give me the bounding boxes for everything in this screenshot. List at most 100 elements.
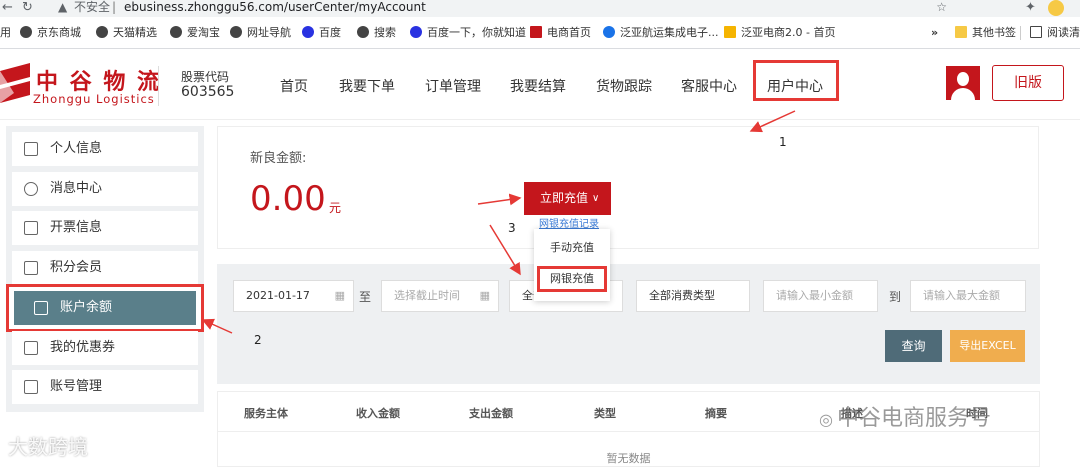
sidebar-item-coupons[interactable]: 我的优惠券 [12, 331, 198, 365]
url-text: ebusiness.zhonggu56.com/userCenter/myAcc… [124, 0, 426, 14]
more-bookmarks-icon[interactable]: » [931, 24, 938, 42]
menu-item-manual-recharge[interactable]: 手动充值 [534, 239, 610, 255]
balance-amount: 0.00 [250, 179, 326, 219]
table-header-cell: 服务主体 [244, 407, 288, 420]
sidebar: 个人信息 消息中心 开票信息 积分会员 账户余额 我的优惠券 账号管理 [6, 126, 204, 412]
site-icon [724, 26, 736, 38]
bookmark-item[interactable]: 泛亚航运集成电子... [603, 24, 719, 42]
baidu-icon [410, 26, 422, 38]
recharge-record-link[interactable]: 网银充值记录 [539, 215, 599, 230]
stock-label: 股票代码 [181, 70, 230, 84]
sidebar-item-personal-info[interactable]: 个人信息 [12, 132, 198, 166]
nav-customer-service[interactable]: 客服中心 [681, 76, 737, 96]
reading-list-icon [1030, 26, 1042, 38]
back-icon[interactable]: ← [2, 0, 13, 16]
export-excel-button[interactable]: 导出EXCEL [950, 330, 1025, 362]
bookmark-item[interactable]: 用 [0, 24, 11, 42]
balance-label: 新良金额: [250, 151, 307, 166]
divider [1020, 26, 1021, 40]
nav-order-management[interactable]: 订单管理 [425, 76, 481, 96]
sidebar-item-invoice[interactable]: 开票信息 [12, 211, 198, 245]
empty-state-text: 暂无数据 [606, 452, 651, 465]
site-header: 中 谷 物 流 Zhonggu Logistics 股票代码 603565 首页… [0, 50, 1080, 120]
bookmark-item[interactable]: 京东商城 [20, 24, 81, 42]
annotation-marker-1: 1 [779, 135, 787, 149]
bookmark-item[interactable]: 百度一下，你就知道 [410, 24, 526, 42]
sidebar-item-points[interactable]: 积分会员 [12, 251, 198, 285]
nav-place-order[interactable]: 我要下单 [339, 76, 395, 96]
old-version-button[interactable]: 旧版 [992, 65, 1064, 101]
recharge-dropdown-menu: 手动充值 网银充值 [534, 229, 610, 301]
consumption-type-select[interactable]: 全部消费类型 [636, 280, 750, 312]
insecure-label: 不安全 [74, 0, 111, 14]
stock-code: 603565 [181, 84, 235, 100]
start-date-field[interactable]: 2021-01-17 ▦ [233, 280, 354, 312]
id-card-icon [24, 142, 38, 156]
sidebar-item-account-management[interactable]: 账号管理 [12, 370, 198, 404]
bookmark-item[interactable]: 泛亚电商2.0 - 首页 [724, 24, 835, 42]
other-bookmarks[interactable]: 其他书签 [955, 24, 1016, 42]
watermark-left: 大数跨境 [8, 435, 88, 459]
globe-icon [357, 26, 369, 38]
table-header-cell: 收入金额 [356, 407, 400, 420]
extensions-icon[interactable]: ✦ [1025, 0, 1036, 16]
divider: | [112, 0, 117, 14]
end-date-field[interactable]: 选择截止时间 ▦ [381, 280, 499, 312]
balance-unit: 元 [329, 201, 342, 215]
min-amount-input[interactable]: 请输入最小金额 [763, 280, 878, 312]
user-avatar[interactable] [946, 66, 980, 100]
date-range-separator: 至 [359, 290, 372, 304]
invoice-icon [24, 221, 38, 235]
logo-english: Zhonggu Logistics [33, 92, 155, 106]
bookmark-item[interactable]: 电商首页 [530, 24, 591, 42]
points-icon [24, 261, 38, 275]
browser-toolbar: ← ↻ ▲ 不安全 | ebusiness.zhonggu56.com/user… [0, 0, 1080, 17]
bookmark-item[interactable]: 网址导航 [230, 24, 291, 42]
max-amount-input[interactable]: 请输入最大金额 [910, 280, 1026, 312]
site-icon [530, 26, 542, 38]
user-icon [957, 72, 969, 86]
profile-avatar-icon[interactable] [1048, 0, 1064, 16]
amount-range-separator: 到 [889, 290, 902, 304]
globe-icon [96, 26, 108, 38]
wallet-icon [34, 301, 48, 315]
sidebar-item-messages[interactable]: 消息中心 [12, 172, 198, 206]
coupon-icon [24, 341, 38, 355]
reload-icon[interactable]: ↻ [22, 0, 33, 16]
folder-icon [955, 26, 967, 38]
globe-icon [170, 26, 182, 38]
globe-icon [230, 26, 242, 38]
site-icon [603, 26, 615, 38]
warning-icon: ▲ [58, 0, 68, 14]
divider [158, 66, 159, 106]
nav-settlement[interactable]: 我要结算 [510, 76, 566, 96]
annotation-marker-2: 2 [254, 333, 262, 347]
chevron-down-icon: ∨ [592, 193, 600, 204]
bookmark-item[interactable]: 天猫精选 [96, 24, 157, 42]
bookmark-item[interactable]: 爱淘宝 [170, 24, 220, 42]
recharge-button[interactable]: 立即充值 ∨ [524, 182, 611, 215]
logo-mark-icon [0, 63, 30, 103]
nav-home[interactable]: 首页 [280, 76, 308, 96]
address-bar[interactable]: ▲ 不安全 | ebusiness.zhonggu56.com/userCent… [50, 0, 955, 16]
bookmark-item[interactable]: 搜索 [357, 24, 396, 42]
table-header-cell: 类型 [594, 407, 616, 420]
reading-list[interactable]: 阅读清 [1030, 24, 1080, 42]
message-icon [24, 182, 38, 196]
annotation-marker-3: 3 [508, 221, 516, 235]
watermark-right: ◎ 中谷电商服务号 [819, 406, 991, 431]
star-icon[interactable]: ☆ [936, 0, 947, 15]
table-header-cell: 摘要 [705, 407, 727, 420]
menu-item-online-banking-recharge[interactable]: 网银充值 [537, 266, 607, 292]
wechat-icon: ◎ [819, 410, 833, 429]
balance-panel: 新良金额: 0.00 元 立即充值 ∨ 网银充值记录 手动充值 网银充值 [217, 126, 1039, 301]
sidebar-item-account-balance[interactable]: 账户余额 [14, 291, 196, 325]
filter-panel: 2021-01-17 ▦ 至 选择截止时间 ▦ 全部服务主体 全部消费类型 请输… [217, 264, 1040, 384]
calendar-icon: ▦ [334, 289, 345, 302]
globe-icon [20, 26, 32, 38]
query-button[interactable]: 查询 [885, 330, 942, 362]
nav-cargo-tracking[interactable]: 货物跟踪 [596, 76, 652, 96]
bookmark-item[interactable]: 百度 [302, 24, 341, 42]
calendar-icon: ▦ [479, 289, 490, 302]
account-icon [24, 380, 38, 394]
